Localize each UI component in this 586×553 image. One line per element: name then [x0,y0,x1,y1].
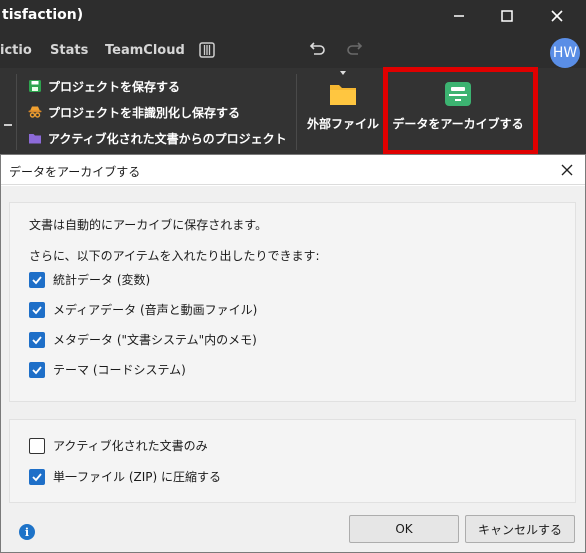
close-window-button[interactable] [534,0,580,32]
check-icon [32,275,42,284]
project-from-activated-button[interactable]: アクティブ化された文書からのプロジェクト [28,128,287,148]
highlight-box [383,67,538,155]
checkbox-label: テーマ (コードシステム) [53,363,186,377]
archive-items-group: 文書は自動的にアーカイブに保存されます。 さらに、以下のアイテムを入れたり出した… [9,202,576,402]
ok-button[interactable]: OK [349,515,459,543]
dialog-title-bar: データをアーカイブする [1,155,585,185]
maximize-icon [501,10,513,22]
ribbon-collapse-handle[interactable] [4,124,12,126]
undo-icon[interactable] [308,41,326,57]
check-icon [32,335,42,344]
checkbox-checked[interactable] [29,331,45,348]
check-icon [32,305,42,314]
close-icon[interactable] [559,162,575,178]
checkbox-checked[interactable] [29,271,45,288]
checkbox-label: 単一ファイル (ZIP) に圧縮する [53,470,221,484]
check-icon [32,365,42,374]
check-icon [32,472,42,481]
grid-icon[interactable] [199,42,215,58]
checkbox-label: メタデータ ("文書システム"内のメモ) [53,333,257,347]
folder-purple-icon [29,134,41,144]
avatar[interactable]: HW [550,38,580,68]
anonymize-save-label: プロジェクトを非識別化し保存する [48,105,241,120]
redo-icon[interactable] [346,41,364,57]
maximize-button[interactable] [484,0,530,32]
folder-icon [330,85,356,105]
external-files-button[interactable]: 外部ファイル [305,80,381,132]
save-project-button[interactable]: プロジェクトを保存する [28,76,180,96]
checkbox-themes[interactable]: テーマ (コードシステム) [29,361,186,378]
external-files-label: 外部ファイル [306,117,379,131]
checkbox-checked[interactable] [29,301,45,318]
dialog-body: 文書は自動的にアーカイブに保存されます。 さらに、以下のアイテムを入れたり出した… [1,186,585,552]
checkbox-label: メディアデータ (音声と動画ファイル) [53,303,258,317]
save-project-label: プロジェクトを保存する [48,79,181,94]
window-title: tisfaction) [2,7,84,23]
checkbox-checked[interactable] [29,361,45,378]
cancel-button[interactable]: キャンセルする [465,515,575,543]
ribbon-divider-2 [296,74,297,150]
info-icon[interactable]: i [19,524,35,540]
archive-options-group: アクティブ化された文書のみ 単一ファイル (ZIP) に圧縮する [9,419,576,503]
spy-icon [28,106,42,118]
minimize-button[interactable] [436,0,482,32]
anonymize-save-button[interactable]: プロジェクトを非識別化し保存する [28,102,240,122]
minimize-icon [454,15,464,17]
checkbox-statistics[interactable]: 統計データ (変数) [29,271,150,288]
additional-items-text: さらに、以下のアイテムを入れたり出したりできます: [29,249,320,263]
menu-item-dictio[interactable]: ictio [0,43,32,58]
checkbox-zip[interactable]: 単一ファイル (ZIP) に圧縮する [29,468,221,485]
archive-dialog: データをアーカイブする 文書は自動的にアーカイブに保存されます。 さらに、以下の… [0,154,586,553]
checkbox-media[interactable]: メディアデータ (音声と動画ファイル) [29,301,257,318]
external-files-dropdown-caret[interactable] [340,71,346,75]
menu-item-stats[interactable]: Stats [50,43,88,58]
close-icon [551,10,563,22]
auto-archive-text: 文書は自動的にアーカイブに保存されます。 [29,218,268,232]
avatar-initials: HW [552,45,578,61]
checkbox-unchecked[interactable] [29,437,45,454]
checkbox-metadata[interactable]: メタデータ ("文書システム"内のメモ) [29,331,257,348]
menu-item-teamcloud[interactable]: TeamCloud [105,43,185,58]
checkbox-activated-only[interactable]: アクティブ化された文書のみ [29,437,208,454]
title-bar: tisfaction) [0,0,586,32]
checkbox-checked[interactable] [29,468,45,485]
ribbon-divider [16,74,17,150]
checkbox-label: アクティブ化された文書のみ [53,439,208,453]
save-icon [29,80,41,92]
dialog-title: データをアーカイブする [9,165,141,179]
project-from-activated-label: アクティブ化された文書からのプロジェクト [48,131,287,146]
menu-bar: ictio Stats TeamCloud [0,32,586,68]
checkbox-label: 統計データ (変数) [53,273,151,287]
